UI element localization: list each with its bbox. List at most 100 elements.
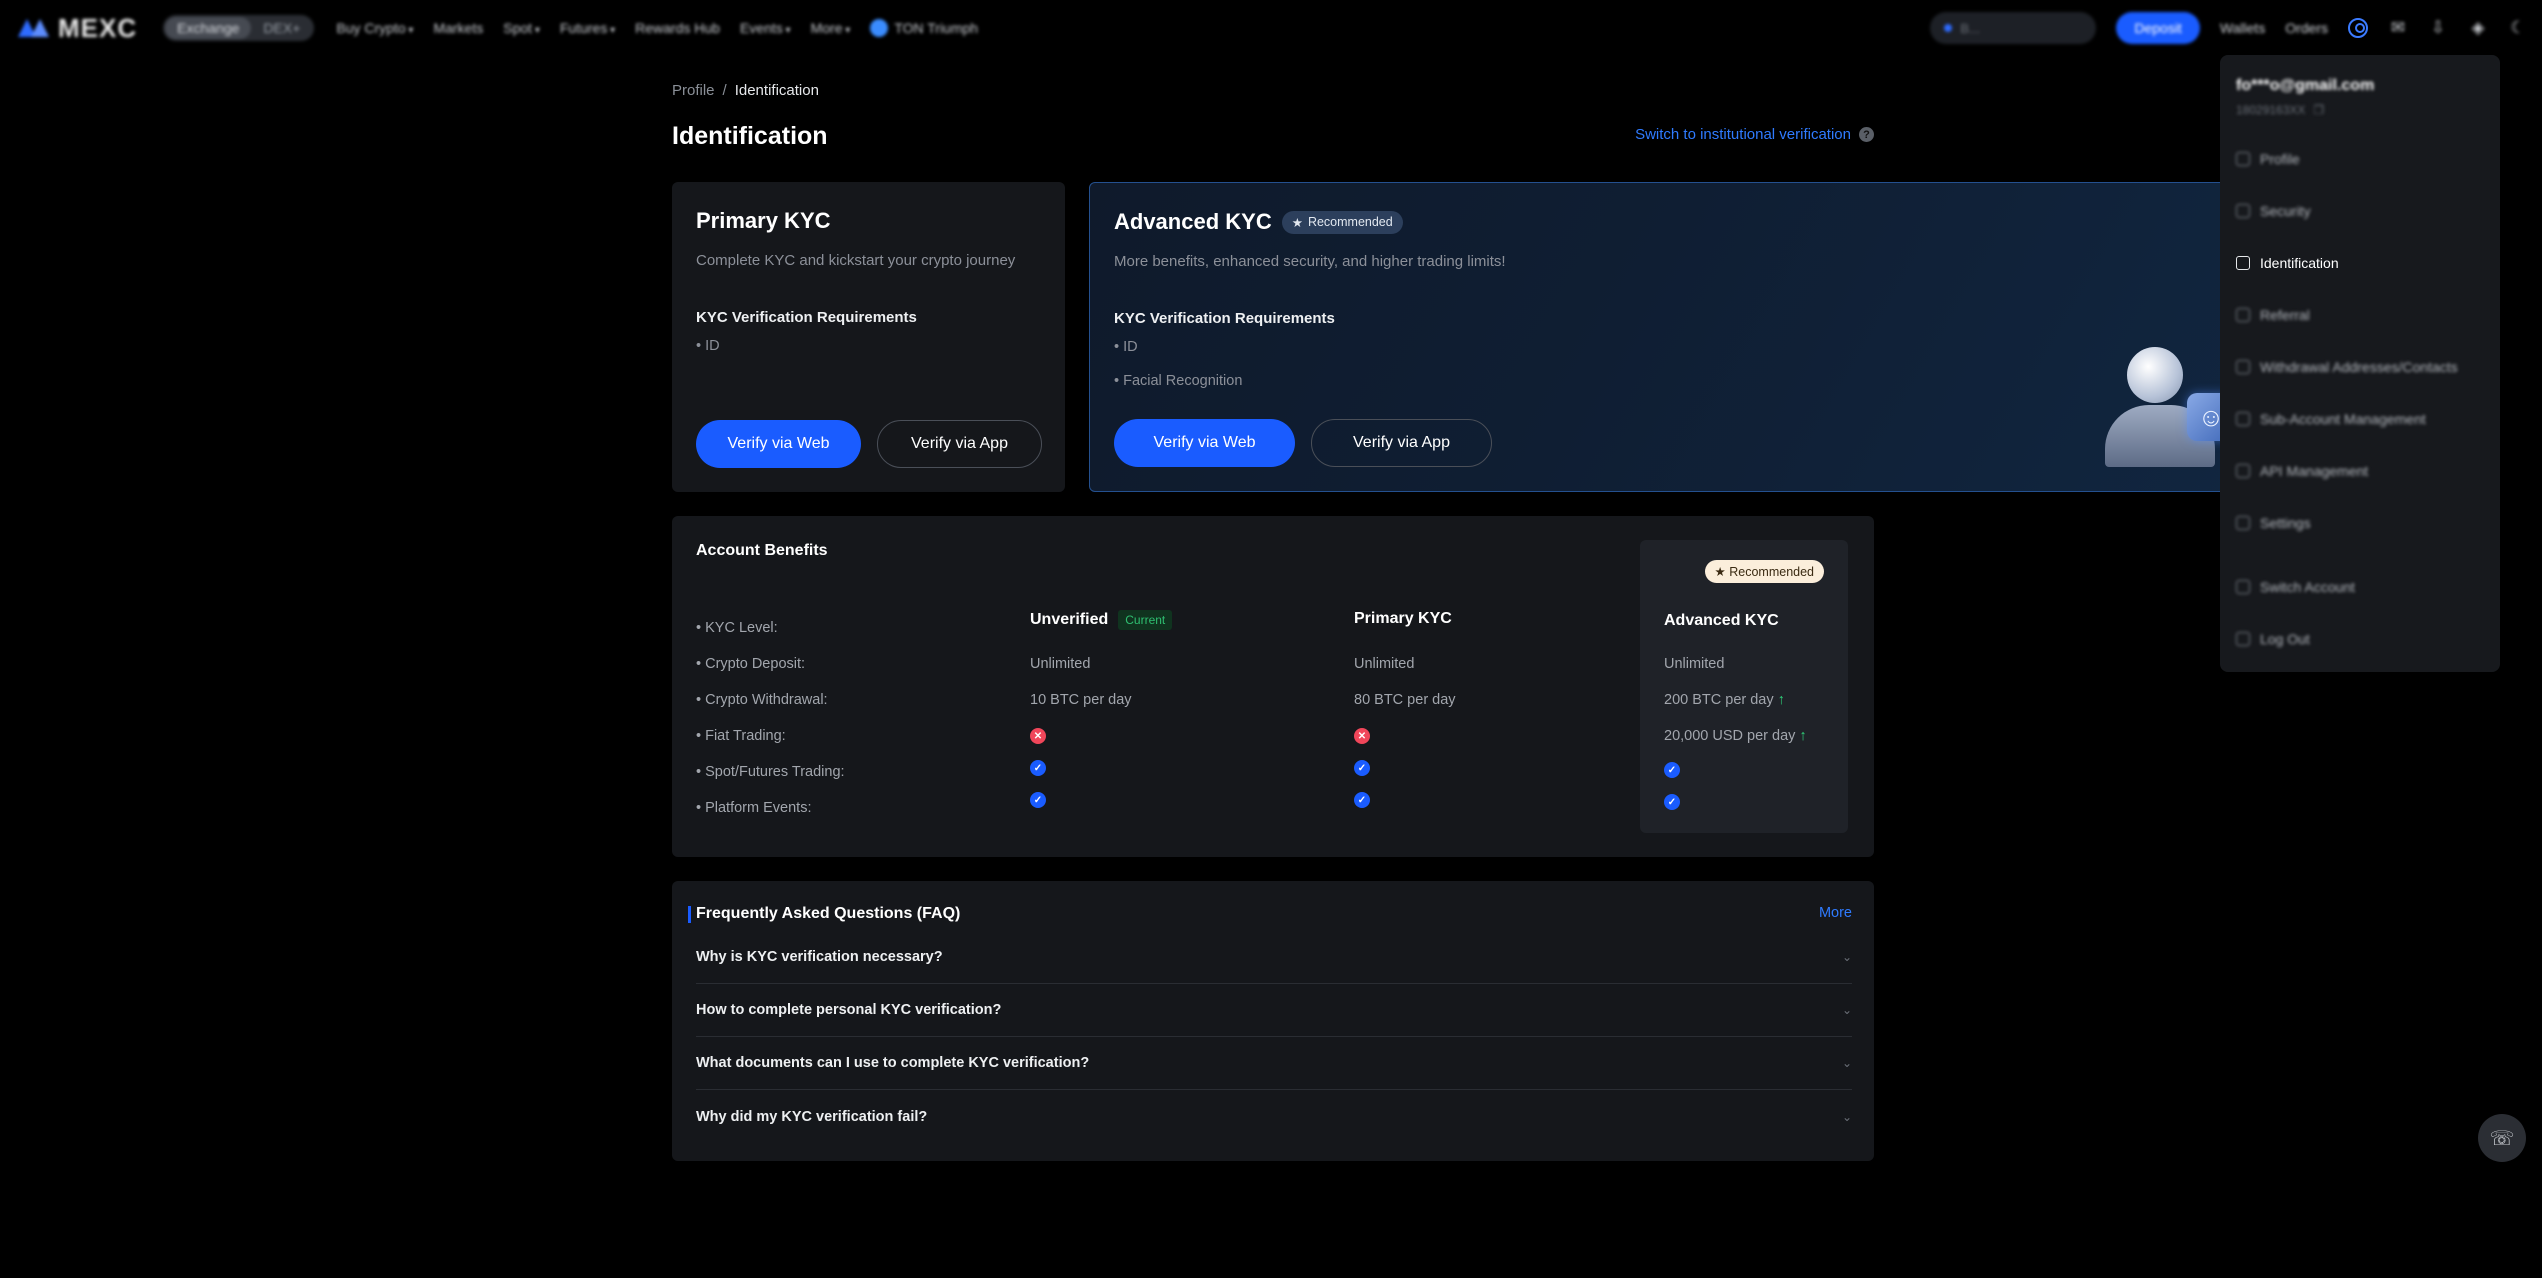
ton-label: TON Triumph — [894, 20, 979, 36]
user-email: fo***o@gmail.com — [2236, 77, 2375, 94]
menu-item-api[interactable]: API Management — [2236, 463, 2368, 479]
nav-ton-triumph[interactable]: TON Triumph — [870, 19, 978, 37]
person-head-shape — [2127, 347, 2183, 403]
menu-item-referral[interactable]: Referral — [2236, 307, 2310, 323]
menu-label: Withdrawal Addresses/Contacts — [2260, 359, 2458, 375]
user-uid: 18029163XX — [2236, 103, 2306, 117]
nav-futures[interactable]: Futures — [560, 20, 615, 36]
current-badge: Current — [1118, 610, 1173, 630]
check-icon: ✓ — [1030, 792, 1046, 808]
download-icon[interactable]: ⇩ — [2428, 18, 2448, 38]
advanced-kyc-card: Advanced KYC ★ Recommended More benefits… — [1089, 182, 2274, 492]
row-label-platform-events: • Platform Events: — [696, 800, 812, 816]
nav-more[interactable]: More — [811, 20, 851, 36]
star-icon: ★ — [1291, 215, 1303, 230]
orders-link[interactable]: Orders — [2285, 20, 2328, 36]
copy-icon[interactable]: ❐ — [2313, 103, 2324, 117]
deposit-button[interactable]: Deposit — [2116, 12, 2200, 44]
menu-label: Profile — [2260, 151, 2300, 167]
faq-item[interactable]: Why is KYC verification necessary? ⌄ — [696, 931, 1852, 984]
logo-text: MEXC — [58, 12, 138, 43]
menu-label: Referral — [2260, 307, 2310, 323]
top-nav-right: B... Deposit Wallets Orders ✉ ⇩ ◈ ☾ — [1930, 12, 2528, 44]
menu-item-sub-account[interactable]: Sub-Account Management — [2236, 411, 2426, 427]
advanced-recommended-badge: ★ Recommended — [1704, 560, 1824, 583]
breadcrumb-profile[interactable]: Profile — [672, 82, 715, 99]
page-title: Identification — [672, 122, 828, 150]
search-icon — [1944, 24, 1953, 32]
chevron-down-icon: ⌄ — [1841, 950, 1852, 964]
arrow-up-icon: ↑ — [1777, 692, 1785, 708]
advanced-verify-app-button[interactable]: Verify via App — [1311, 419, 1492, 467]
menu-label: Switch Account — [2260, 579, 2355, 595]
menu-item-withdrawal-addresses[interactable]: Withdrawal Addresses/Contacts — [2236, 359, 2458, 375]
segment-exchange[interactable]: Exchange — [165, 17, 252, 39]
switch-icon — [2236, 580, 2250, 594]
advanced-withdrawal-row: 200 BTC per day ↑ — [1664, 692, 1785, 708]
account-benefits-card: Account Benefits • KYC Level: • Crypto D… — [672, 516, 1874, 857]
primary-kyc-card: Primary KYC Complete KYC and kickstart y… — [672, 182, 1065, 492]
user-icon[interactable] — [2348, 18, 2368, 38]
advanced-req-id: • ID — [1114, 339, 1138, 355]
globe-icon[interactable]: ◈ — [2468, 18, 2488, 38]
faq-more-link[interactable]: More — [1819, 905, 1852, 921]
unverified-withdrawal: 10 BTC per day — [1030, 692, 1132, 708]
menu-item-identification[interactable]: Identification — [2236, 255, 2339, 271]
wallets-link[interactable]: Wallets — [2220, 20, 2265, 36]
exchange-dex-switch[interactable]: Exchange DEX+ — [163, 15, 315, 41]
profile-icon — [2236, 152, 2250, 166]
faq-item[interactable]: How to complete personal KYC verificatio… — [696, 984, 1852, 1037]
menu-label: Security — [2260, 203, 2311, 219]
search-input[interactable]: B... — [1930, 12, 2097, 44]
advanced-kyc-desc: More benefits, enhanced security, and hi… — [1114, 253, 1506, 270]
faq-question: Why is KYC verification necessary? — [696, 949, 943, 965]
unverified-title-row: Unverified Current — [1030, 610, 1173, 630]
menu-item-profile[interactable]: Profile — [2236, 151, 2300, 167]
menu-item-logout[interactable]: Log Out — [2236, 631, 2310, 647]
segment-dex[interactable]: DEX+ — [251, 17, 312, 39]
menu-label: Log Out — [2260, 631, 2310, 647]
row-label-kyc-level: • KYC Level: — [696, 620, 778, 636]
advanced-deposit: Unlimited — [1664, 656, 1725, 672]
nav-spot[interactable]: Spot — [503, 20, 540, 36]
advanced-recommended-label: Recommended — [1729, 565, 1814, 579]
check-icon: ✓ — [1354, 760, 1370, 776]
recommended-label: Recommended — [1307, 215, 1393, 229]
primary-verify-app-button[interactable]: Verify via App — [877, 420, 1042, 468]
help-icon[interactable]: ? — [1859, 127, 1874, 142]
bell-icon[interactable]: ✉ — [2388, 18, 2408, 38]
menu-item-security[interactable]: Security — [2236, 203, 2311, 219]
breadcrumb-current: Identification — [734, 82, 819, 99]
primary-kyc-title: Primary KYC — [696, 208, 831, 233]
menu-item-settings[interactable]: Settings — [2236, 515, 2311, 531]
menu-item-switch-account[interactable]: Switch Account — [2236, 579, 2355, 595]
theme-icon[interactable]: ☾ — [2508, 18, 2528, 38]
primary-kyc-desc: Complete KYC and kickstart your crypto j… — [696, 252, 1016, 269]
advanced-req-title: KYC Verification Requirements — [1114, 310, 1335, 327]
referral-icon — [2236, 308, 2250, 322]
nav-rewards-hub[interactable]: Rewards Hub — [635, 20, 720, 36]
nav-buy-crypto[interactable]: Buy Crypto — [336, 20, 413, 36]
advanced-verify-web-button[interactable]: Verify via Web — [1114, 419, 1295, 467]
chevron-down-icon: ⌄ — [1841, 1109, 1852, 1124]
primary-deposit: Unlimited — [1354, 656, 1415, 672]
institutional-verification-link[interactable]: Switch to institutional verification ? — [1635, 126, 1874, 143]
check-icon: ✓ — [1030, 760, 1046, 776]
faq-question: How to complete personal KYC verificatio… — [696, 1002, 1002, 1018]
row-label-crypto-withdrawal: • Crypto Withdrawal: — [696, 692, 828, 708]
advanced-req-facial: • Facial Recognition — [1114, 373, 1243, 389]
primary-buttons: Verify via Web Verify via App — [696, 420, 1042, 468]
security-icon — [2236, 204, 2250, 218]
support-icon[interactable]: ☏ — [2478, 1114, 2526, 1162]
check-icon: ✓ — [1354, 792, 1370, 808]
logo-icon — [18, 19, 52, 37]
faq-question: Why did my KYC verification fail? — [696, 1108, 928, 1125]
advanced-withdrawal: 200 BTC per day — [1664, 692, 1774, 708]
nav-events[interactable]: Events — [740, 20, 791, 36]
faq-item[interactable]: Why did my KYC verification fail? ⌄ — [696, 1090, 1852, 1143]
mexc-logo[interactable]: MEXC — [18, 13, 137, 44]
primary-req-title: KYC Verification Requirements — [696, 309, 917, 326]
nav-markets[interactable]: Markets — [433, 20, 483, 36]
primary-verify-web-button[interactable]: Verify via Web — [696, 420, 861, 468]
faq-item[interactable]: What documents can I use to complete KYC… — [696, 1037, 1852, 1090]
